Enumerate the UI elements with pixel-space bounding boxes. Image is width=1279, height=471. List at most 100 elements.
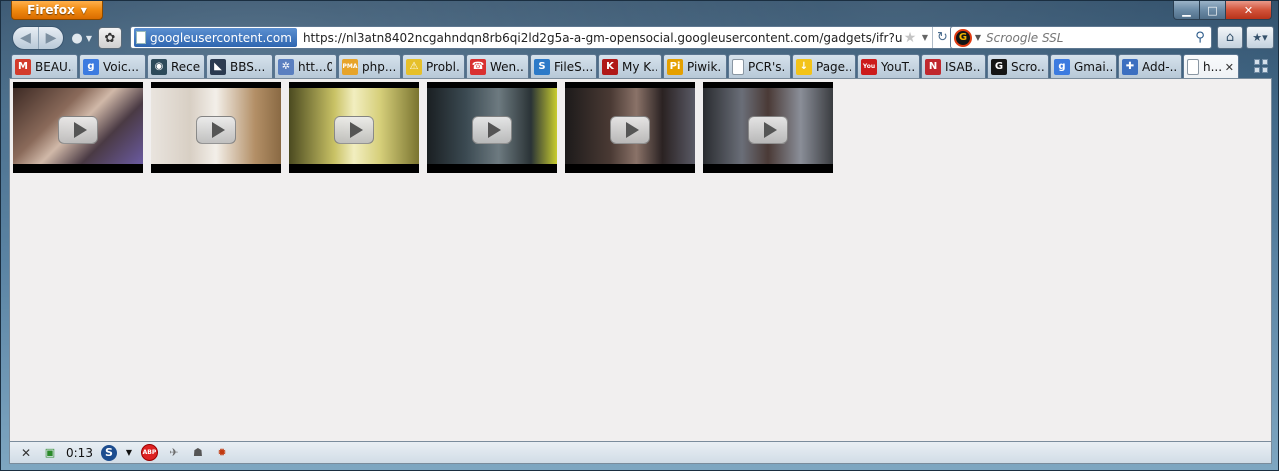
video-thumbnail-3[interactable] xyxy=(289,82,419,173)
tab-12[interactable]: PCR's... xyxy=(728,54,791,78)
site-identity-button[interactable]: googleusercontent.com xyxy=(134,28,297,47)
forward-button[interactable]: ▶ xyxy=(38,27,63,49)
bookmarks-menu-button[interactable]: ★▾ xyxy=(1246,26,1274,49)
url-history-dropdown[interactable]: ▼ xyxy=(918,33,932,42)
adblock-plus-icon[interactable]: ABP xyxy=(140,444,158,461)
tab-label: Gmai... xyxy=(1074,59,1112,74)
list-all-tabs-button[interactable] xyxy=(1251,56,1271,76)
history-dropdown[interactable]: ▼ xyxy=(84,27,94,49)
tab-9[interactable]: S FileS... xyxy=(530,54,597,78)
isab-icon: N xyxy=(925,58,941,75)
tab-label: Scro... xyxy=(1011,59,1044,74)
firefox-menu-button[interactable]: Firefox ▼ xyxy=(11,1,103,20)
tab-15[interactable]: N ISAB... xyxy=(921,54,986,78)
tab-label: php... xyxy=(362,59,396,74)
download-status-icon[interactable]: ▣ xyxy=(42,445,58,461)
tab-label: My K... xyxy=(622,59,657,74)
back-forward-group: ◀ ▶ xyxy=(12,26,64,50)
tab-18[interactable]: ✚ Add-... xyxy=(1118,54,1182,78)
history-icon: ● xyxy=(71,30,83,46)
close-window-button[interactable]: ✕ xyxy=(1226,1,1272,20)
tab-2[interactable]: g Voic... xyxy=(79,54,146,78)
tab-label: YouT... xyxy=(881,59,915,74)
reload-button[interactable]: ↻ xyxy=(932,27,952,48)
play-icon xyxy=(748,115,788,144)
forward-arrow-icon: ▶ xyxy=(45,30,57,46)
navigation-toolbar: ◀ ▶ ● ▼ ✿ googleusercontent.com https://… xyxy=(9,25,1274,51)
chevron-down-icon: ▼ xyxy=(80,5,87,15)
tab-11[interactable]: Pi Piwik... xyxy=(663,54,727,78)
warning-icon: ⚠ xyxy=(406,58,422,75)
addon-icon: ✚ xyxy=(1122,58,1138,75)
play-icon xyxy=(58,115,98,144)
s-extension-icon[interactable]: S xyxy=(100,444,117,461)
tab-1[interactable]: M BEAU... xyxy=(11,54,78,78)
tab-strip: M BEAU... g Voic... ◉ Rece... ◣ BBS... ✲ htt...0/… xyxy=(11,54,1246,79)
document-icon xyxy=(1187,59,1199,75)
video-thumbnail-6[interactable] xyxy=(703,82,833,173)
grid-cell-icon xyxy=(1254,59,1260,65)
tab-label: Add-... xyxy=(1142,59,1177,74)
scroogle-icon: G xyxy=(991,58,1007,75)
page-content xyxy=(9,78,1272,442)
maximize-button[interactable]: □ xyxy=(1200,1,1226,20)
play-icon xyxy=(472,115,512,144)
puzzle-icon: ✲ xyxy=(278,58,294,75)
tab-5[interactable]: ✲ htt...0/ xyxy=(274,54,337,78)
tab-8[interactable]: ☎ Wen... xyxy=(466,54,529,78)
extension-button[interactable]: ✿ xyxy=(98,27,122,49)
wenku-icon: ☎ xyxy=(470,58,486,75)
scroogle-engine-icon[interactable]: G xyxy=(954,28,972,47)
chevron-down-icon[interactable]: ▼ xyxy=(125,445,133,461)
youtube-icon: You xyxy=(861,58,877,75)
back-arrow-icon: ◀ xyxy=(20,30,31,46)
tab-label: Probl... xyxy=(426,59,460,74)
tab-19[interactable]: h... ✕ xyxy=(1183,54,1239,79)
piwik-icon: Pi xyxy=(667,58,683,75)
tab-16[interactable]: G Scro... xyxy=(987,54,1049,78)
google-voice-icon: g xyxy=(83,58,99,75)
search-input[interactable] xyxy=(984,30,1189,45)
play-icon xyxy=(196,115,236,144)
bug-icon[interactable]: ✹ xyxy=(214,445,230,461)
tab-13[interactable]: ↓ Page... xyxy=(792,54,856,78)
browser-window: Firefox ▼ ▁ □ ✕ ◀ ▶ ● ▼ ✿ googleusercont… xyxy=(0,0,1279,471)
grid-cell-icon xyxy=(1262,59,1268,65)
tab-label: Piwik... xyxy=(687,59,722,74)
tab-14[interactable]: You YouT... xyxy=(857,54,920,78)
video-thumbnail-2[interactable] xyxy=(151,82,281,173)
grid-cell-icon xyxy=(1262,67,1268,73)
tab-10[interactable]: K My K... xyxy=(598,54,662,78)
video-thumbnail-1[interactable] xyxy=(13,82,143,173)
phpmyadmin-icon: PMA xyxy=(342,58,358,75)
tab-label: FileS... xyxy=(554,59,592,74)
address-bar[interactable]: googleusercontent.com https://nl3atn8402… xyxy=(130,26,953,49)
site-identity-label: googleusercontent.com xyxy=(150,30,292,45)
bookmark-star-icon[interactable]: ★ xyxy=(902,30,918,46)
search-bar: G ▼ ⚲ xyxy=(950,26,1212,49)
tab-label: ISAB... xyxy=(945,59,981,74)
ghost-icon[interactable]: ☗ xyxy=(190,445,206,461)
play-icon xyxy=(334,115,374,144)
google-icon: g xyxy=(1054,58,1070,75)
video-thumbnail-5[interactable] xyxy=(565,82,695,173)
minimize-icon: ▁ xyxy=(1182,3,1191,17)
maximize-icon: □ xyxy=(1207,3,1218,17)
home-button[interactable]: ⌂ xyxy=(1217,26,1243,49)
tab-7[interactable]: ⚠ Probl... xyxy=(402,54,465,78)
tab-6[interactable]: PMA php... xyxy=(338,54,401,78)
tab-close-icon[interactable]: ✕ xyxy=(1225,61,1234,74)
tab-3[interactable]: ◉ Rece... xyxy=(147,54,205,78)
close-addon-bar-icon[interactable]: ✕ xyxy=(18,445,34,461)
url-text[interactable]: https://nl3atn8402ncgahndqn8rb6qi2ld2g5a… xyxy=(303,31,902,45)
filesonic-icon: S xyxy=(534,58,550,75)
search-icon[interactable]: ⚲ xyxy=(1189,30,1211,45)
video-thumbnail-4[interactable] xyxy=(427,82,557,173)
back-button[interactable]: ◀ xyxy=(13,27,38,49)
tab-4[interactable]: ◣ BBS... xyxy=(206,54,273,78)
chevron-down-icon[interactable]: ▼ xyxy=(972,33,984,42)
plug-icon[interactable]: ✈ xyxy=(166,445,182,461)
minimize-button[interactable]: ▁ xyxy=(1173,1,1200,20)
play-icon xyxy=(610,115,650,144)
tab-17[interactable]: g Gmai... xyxy=(1050,54,1117,78)
